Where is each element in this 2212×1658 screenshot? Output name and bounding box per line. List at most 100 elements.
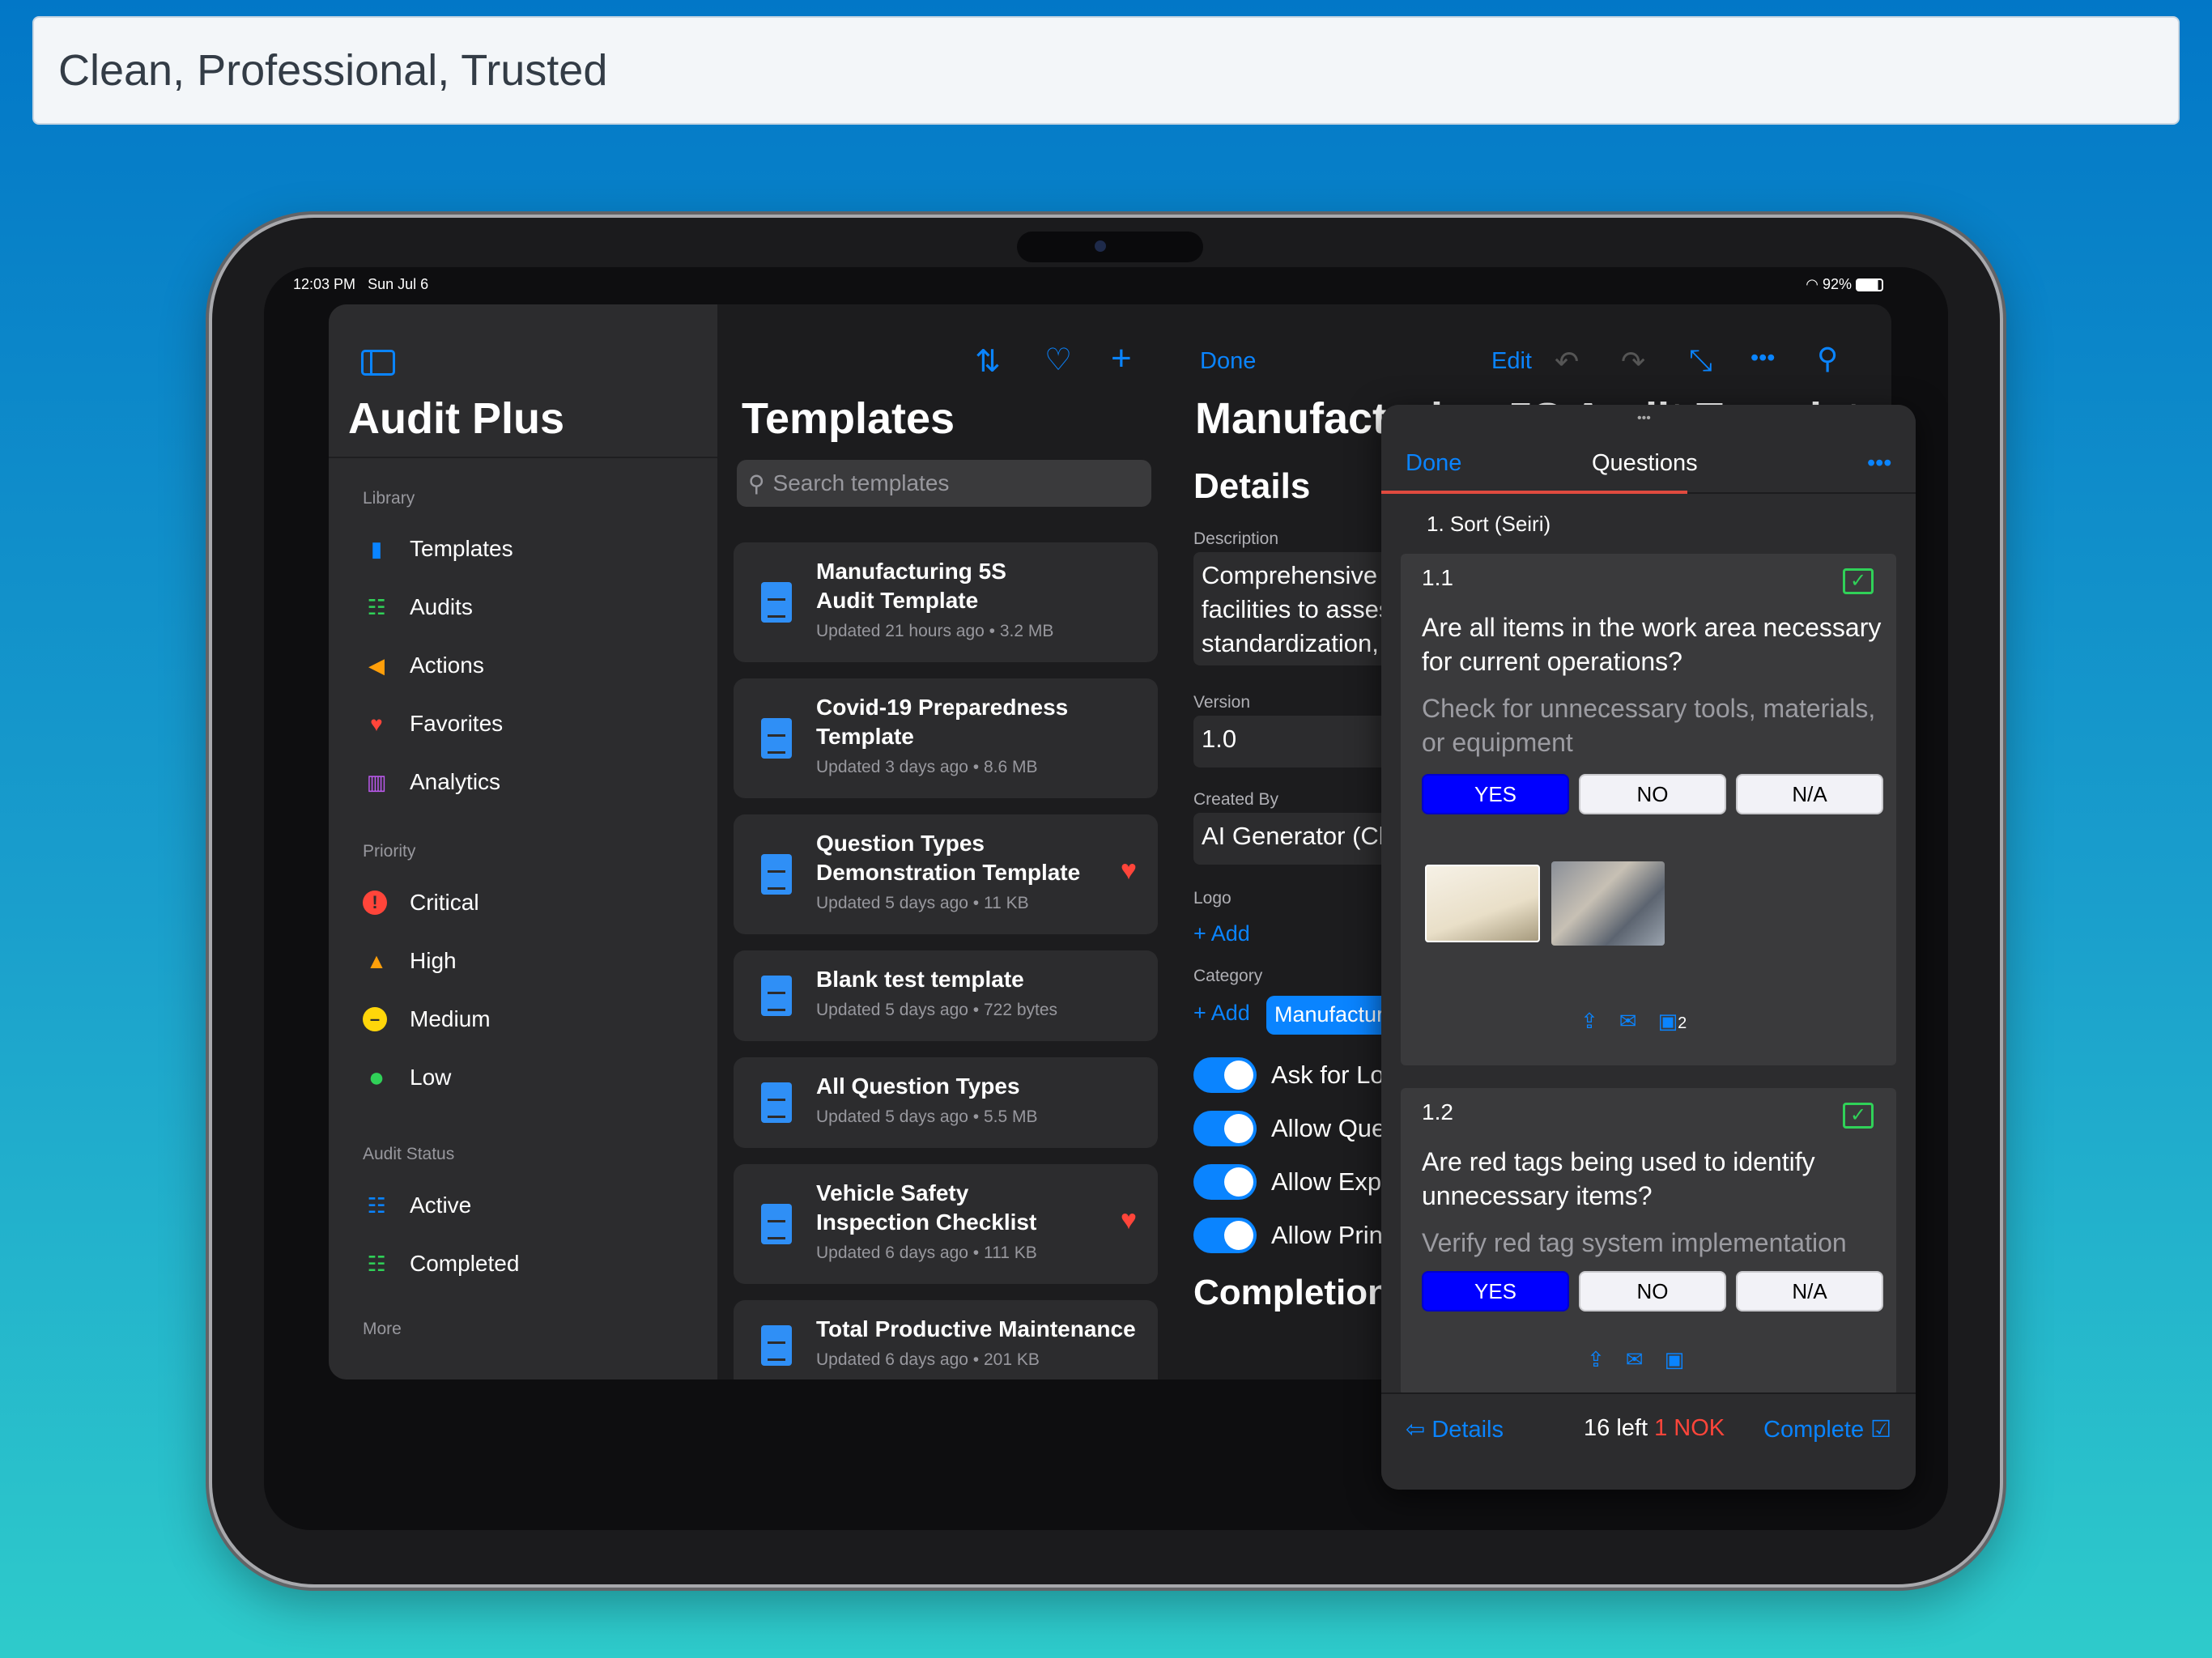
questions-footer: ⇦ Details 16 left 1 NOK Complete ☑	[1381, 1392, 1916, 1490]
setting-toggle-row[interactable]: Allow Exp	[1193, 1164, 1381, 1200]
questions-tab[interactable]: Questions	[1592, 450, 1698, 477]
photo-icon[interactable]: ▣	[1665, 1347, 1685, 1372]
checkbox-icon[interactable]: ✓	[1843, 568, 1874, 594]
sidebar-toggle-icon[interactable]	[361, 350, 395, 376]
complete-button[interactable]: Complete ☑	[1763, 1415, 1891, 1443]
question-text: Are red tags being used to identify unne…	[1422, 1147, 1815, 1210]
sidebar-item-label: Analytics	[410, 769, 501, 794]
add-template-icon[interactable]: +	[1111, 338, 1132, 379]
template-name: All Question Types	[816, 1073, 1020, 1099]
doc-icon: ▮	[370, 536, 383, 561]
sidebar-item-medium[interactable]: – Medium	[363, 999, 491, 1039]
template-card[interactable]: Manufacturing 5S Audit Template Updated 2…	[734, 542, 1158, 662]
sidebar-item-actions[interactable]: ◀ Actions	[363, 645, 484, 686]
sidebar-item-label: Audits	[410, 594, 473, 619]
toggle-switch[interactable]	[1193, 1057, 1257, 1093]
favorite-heart-icon[interactable]: ♥	[1121, 1205, 1137, 1236]
template-card[interactable]: Covid-19 Preparedness Template Updated 3 …	[734, 678, 1158, 798]
detail-edit-button[interactable]: Edit	[1491, 348, 1532, 375]
templates-title: Templates	[742, 394, 955, 443]
add-category-button[interactable]: + Add	[1193, 1001, 1250, 1026]
questions-panel: ••• Done Questions ••• 1. Sort (Seiri) 1…	[1381, 405, 1916, 1490]
expand-icon[interactable]: ⤡	[1689, 343, 1712, 378]
sidebar-item-high[interactable]: ▲ High	[363, 941, 456, 981]
question-hint: Check for unnecessary tools, materials, …	[1422, 694, 1876, 757]
sort-icon[interactable]: ⇅	[975, 343, 1001, 380]
template-card[interactable]: Vehicle Safety Inspection Checklist Updat…	[734, 1164, 1158, 1284]
add-logo-button[interactable]: + Add	[1193, 921, 1250, 946]
detail-search-icon[interactable]: ⚲	[1817, 342, 1838, 376]
template-card[interactable]: Question Types Demonstration Template Upd…	[734, 814, 1158, 934]
toggle-switch[interactable]	[1193, 1111, 1257, 1146]
setting-toggle-row[interactable]: Ask for Lo	[1193, 1057, 1385, 1093]
redo-icon[interactable]: ↷	[1621, 345, 1645, 379]
sidebar-item-favorites[interactable]: ♥ Favorites	[363, 704, 503, 744]
sidebar-item-analytics[interactable]: ▥ Analytics	[363, 762, 500, 802]
undo-icon[interactable]: ↶	[1555, 345, 1579, 379]
photo-icon[interactable]: ▣2	[1658, 1009, 1687, 1034]
chart-icon: ▥	[366, 769, 387, 794]
version-field[interactable]: 1.0	[1193, 716, 1404, 767]
share-icon[interactable]: ⇪	[1587, 1347, 1605, 1372]
search-input[interactable]: ⚲ Search templates	[737, 460, 1151, 507]
search-placeholder: Search templates	[772, 470, 950, 495]
progress-summary: 16 left 1 NOK	[1584, 1415, 1725, 1442]
question-section-title: 1. Sort (Seiri)	[1427, 512, 1551, 536]
answer-yes-button[interactable]: YES	[1422, 1271, 1569, 1312]
comment-icon[interactable]: ✉	[1619, 1009, 1637, 1034]
sheet-grabber[interactable]: •••	[1637, 411, 1651, 426]
wifi-icon: ◠	[1806, 275, 1819, 292]
answer-na-button[interactable]: N/A	[1736, 774, 1883, 814]
template-name: Vehicle Safety Inspection Checklist	[816, 1180, 1037, 1235]
questions-done-button[interactable]: Done	[1406, 450, 1461, 477]
template-card[interactable]: Total Productive Maintenance Updated 6 da…	[734, 1300, 1158, 1380]
sidebar-item-active[interactable]: ☷ Active	[363, 1185, 471, 1226]
document-icon	[761, 1325, 792, 1366]
sidebar-item-audits[interactable]: ☷ Audits	[363, 587, 473, 627]
toggle-label: Ask for Lo	[1271, 1061, 1385, 1089]
template-list-pane: ⇅ ♡ + Templates ⚲ Search templates Manuf…	[717, 304, 1171, 1380]
favorites-filter-icon[interactable]: ♡	[1044, 342, 1072, 378]
checkbox-icon[interactable]: ✓	[1843, 1103, 1874, 1129]
answer-no-button[interactable]: NO	[1579, 1271, 1726, 1312]
sidebar-item-label: Completed	[410, 1251, 520, 1276]
comment-icon[interactable]: ✉	[1626, 1347, 1644, 1372]
answer-na-button[interactable]: N/A	[1736, 1271, 1883, 1312]
photo-thumbnail[interactable]	[1551, 861, 1665, 946]
template-name: Question Types Demonstration Template	[816, 831, 1081, 885]
sidebar-item-templates[interactable]: ▮ Templates	[363, 529, 513, 569]
more-icon[interactable]: •••	[1750, 345, 1775, 372]
back-label: Details	[1431, 1417, 1504, 1443]
battery-icon	[1856, 278, 1883, 291]
sidebar-item-low[interactable]: ● Low	[363, 1057, 452, 1098]
answer-yes-button[interactable]: YES	[1422, 774, 1569, 814]
detail-done-button[interactable]: Done	[1200, 348, 1256, 375]
setting-toggle-row[interactable]: Allow Prin	[1193, 1218, 1383, 1253]
question-hint: Verify red tag system implementation	[1422, 1228, 1847, 1257]
setting-toggle-row[interactable]: Allow Que	[1193, 1111, 1385, 1146]
toggle-label: Allow Exp	[1271, 1167, 1382, 1196]
template-card[interactable]: All Question Types Updated 5 days ago • 5…	[734, 1057, 1158, 1148]
favorite-heart-icon[interactable]: ♥	[1121, 855, 1137, 886]
created-by-field[interactable]: AI Generator (Cl	[1193, 813, 1404, 865]
battery-percent: 92%	[1822, 275, 1852, 292]
photo-thumbnail[interactable]	[1425, 865, 1540, 942]
back-to-details-button[interactable]: ⇦ Details	[1406, 1415, 1504, 1443]
sidebar-item-completed[interactable]: ☷ Completed	[363, 1244, 519, 1284]
template-meta: Updated 6 days ago • 111 KB	[816, 1244, 1037, 1262]
sidebar-section-priority: Priority	[363, 842, 416, 861]
search-icon: ⚲	[748, 470, 765, 496]
document-icon	[761, 1204, 792, 1244]
template-card[interactable]: Blank test template Updated 5 days ago • …	[734, 950, 1158, 1041]
questions-more-icon[interactable]: •••	[1867, 450, 1891, 477]
version-label: Version	[1193, 693, 1251, 712]
toggle-switch[interactable]	[1193, 1164, 1257, 1200]
warning-triangle-icon: ▲	[366, 948, 387, 973]
toggle-switch[interactable]	[1193, 1218, 1257, 1253]
template-meta: Updated 3 days ago • 8.6 MB	[816, 758, 1038, 776]
answer-no-button[interactable]: NO	[1579, 774, 1726, 814]
category-label: Category	[1193, 967, 1263, 985]
description-field[interactable]: Comprehensive facilities to asses standa…	[1193, 552, 1404, 665]
share-icon[interactable]: ⇪	[1580, 1009, 1598, 1034]
sidebar-item-critical[interactable]: ! Critical	[363, 882, 479, 923]
